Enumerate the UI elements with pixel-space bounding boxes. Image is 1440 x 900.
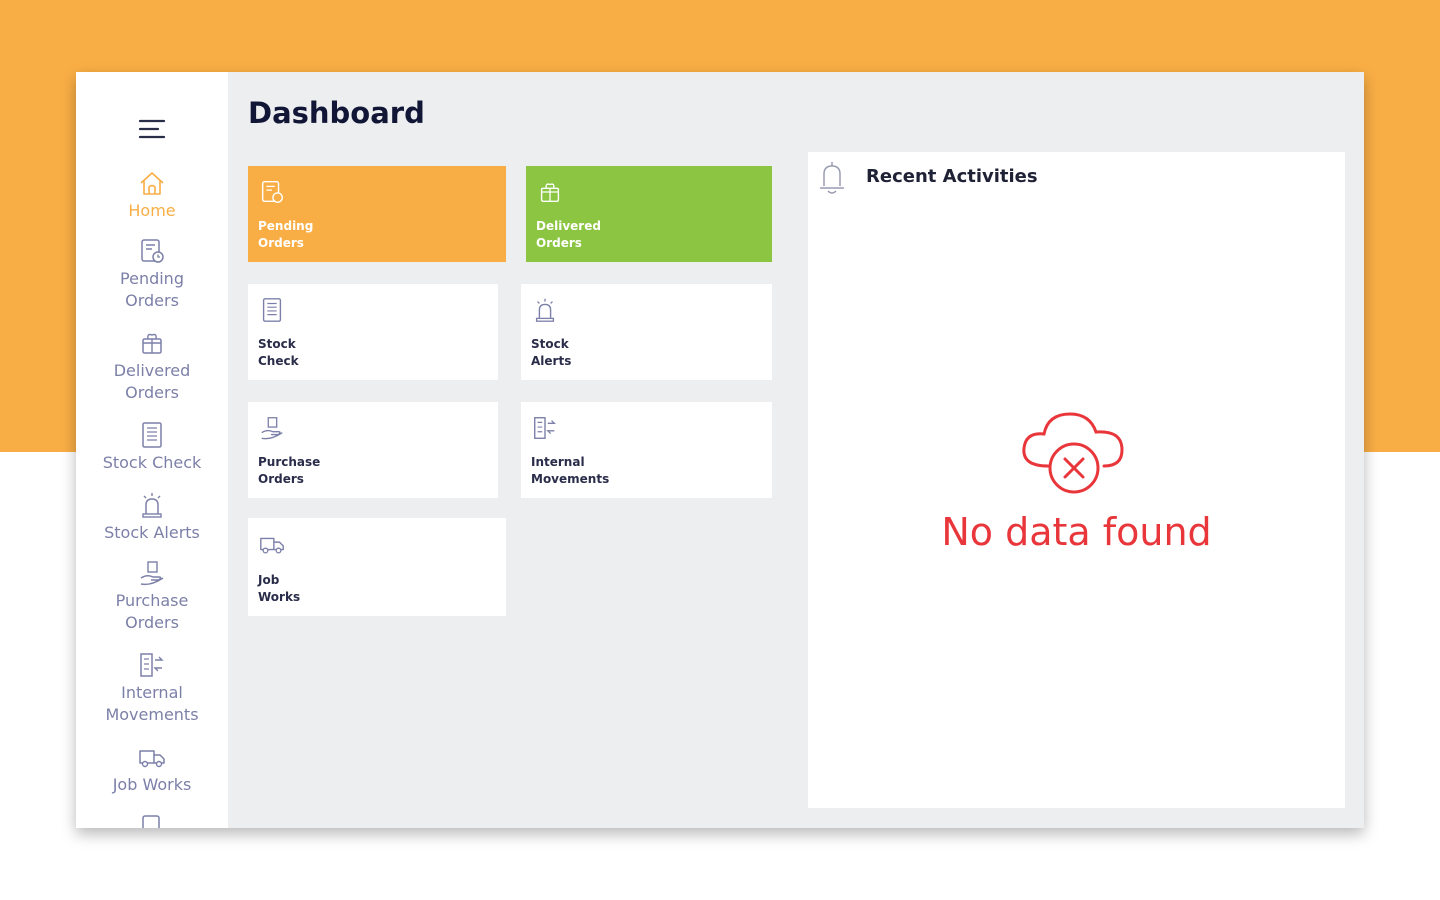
tile-label: Job Works bbox=[258, 573, 301, 604]
internal-movements-icon bbox=[140, 653, 164, 677]
home-icon bbox=[140, 172, 164, 195]
recent-activities-panel: Recent Activities No data found bbox=[808, 152, 1345, 808]
pending-orders-icon bbox=[261, 181, 283, 203]
tile-label: Stock Alerts bbox=[531, 337, 572, 368]
sidebar-item-label: Internal Movements bbox=[105, 683, 199, 724]
sidebar-item-more[interactable] bbox=[76, 812, 228, 828]
delivered-orders-icon bbox=[540, 183, 560, 203]
tile-label: Pending Orders bbox=[258, 219, 314, 250]
sidebar-item-label: Stock Alerts bbox=[104, 523, 200, 542]
stock-alerts-icon bbox=[142, 493, 162, 518]
tile-purchase-orders[interactable]: Purchase Orders bbox=[248, 402, 498, 498]
job-works-icon bbox=[139, 750, 165, 768]
sidebar-item-pending-orders[interactable]: Pending Orders bbox=[76, 236, 228, 312]
tile-internal-movements[interactable]: Internal Movements bbox=[521, 402, 772, 498]
stock-check-icon bbox=[142, 422, 162, 448]
tile-label: Internal Movements bbox=[531, 455, 610, 486]
sidebar-item-label: Pending Orders bbox=[120, 269, 184, 310]
internal-movements-icon bbox=[534, 417, 556, 439]
job-works-icon bbox=[260, 537, 284, 554]
tile-label: Stock Check bbox=[258, 337, 299, 368]
cloud-error-icon bbox=[1022, 412, 1124, 494]
delivered-orders-icon bbox=[142, 333, 162, 354]
pending-orders-icon bbox=[141, 239, 164, 263]
sidebar-item-stock-check[interactable]: Stock Check bbox=[76, 420, 228, 474]
sidebar-item-label: Job Works bbox=[112, 775, 192, 794]
sidebar-item-label: Stock Check bbox=[102, 453, 202, 472]
tile-label: Delivered Orders bbox=[536, 219, 601, 250]
sidebar-item-label: Home bbox=[128, 201, 176, 220]
tile-job-works[interactable]: Job Works bbox=[248, 518, 506, 616]
sidebar-item-stock-alerts[interactable]: Stock Alerts bbox=[76, 490, 228, 544]
stock-alerts-icon bbox=[535, 298, 555, 322]
purchase-orders-icon bbox=[140, 561, 164, 586]
sidebar-item-internal-movements[interactable]: Internal Movements bbox=[76, 650, 228, 726]
recent-activities-title: Recent Activities bbox=[866, 166, 1038, 187]
sidebar-item-job-works[interactable]: Job Works bbox=[76, 742, 228, 796]
sidebar-item-label: Purchase Orders bbox=[115, 591, 189, 632]
sidebar-item-delivered-orders[interactable]: Delivered Orders bbox=[76, 328, 228, 404]
tile-pending-orders[interactable]: Pending Orders bbox=[248, 166, 506, 262]
tile-stock-alerts[interactable]: Stock Alerts bbox=[521, 284, 772, 380]
sidebar-item-home[interactable]: Home bbox=[76, 168, 228, 222]
page-title: Dashboard bbox=[248, 96, 425, 130]
purchase-orders-icon bbox=[261, 417, 283, 440]
tile-stock-check[interactable]: Stock Check bbox=[248, 284, 498, 380]
stock-check-icon bbox=[262, 298, 282, 322]
no-data-message: No data found bbox=[941, 510, 1212, 554]
app-window: Home Pending Orders Delivered Orders Sto… bbox=[76, 72, 1364, 828]
sidebar-item-purchase-orders[interactable]: Purchase Orders bbox=[76, 558, 228, 634]
bell-icon bbox=[820, 162, 844, 194]
tile-label: Purchase Orders bbox=[258, 455, 321, 486]
document-icon bbox=[142, 815, 160, 828]
tile-delivered-orders[interactable]: Delivered Orders bbox=[526, 166, 772, 262]
sidebar-item-label: Delivered Orders bbox=[113, 361, 191, 402]
hamburger-menu-icon[interactable] bbox=[138, 116, 166, 142]
sidebar: Home Pending Orders Delivered Orders Sto… bbox=[76, 72, 228, 828]
